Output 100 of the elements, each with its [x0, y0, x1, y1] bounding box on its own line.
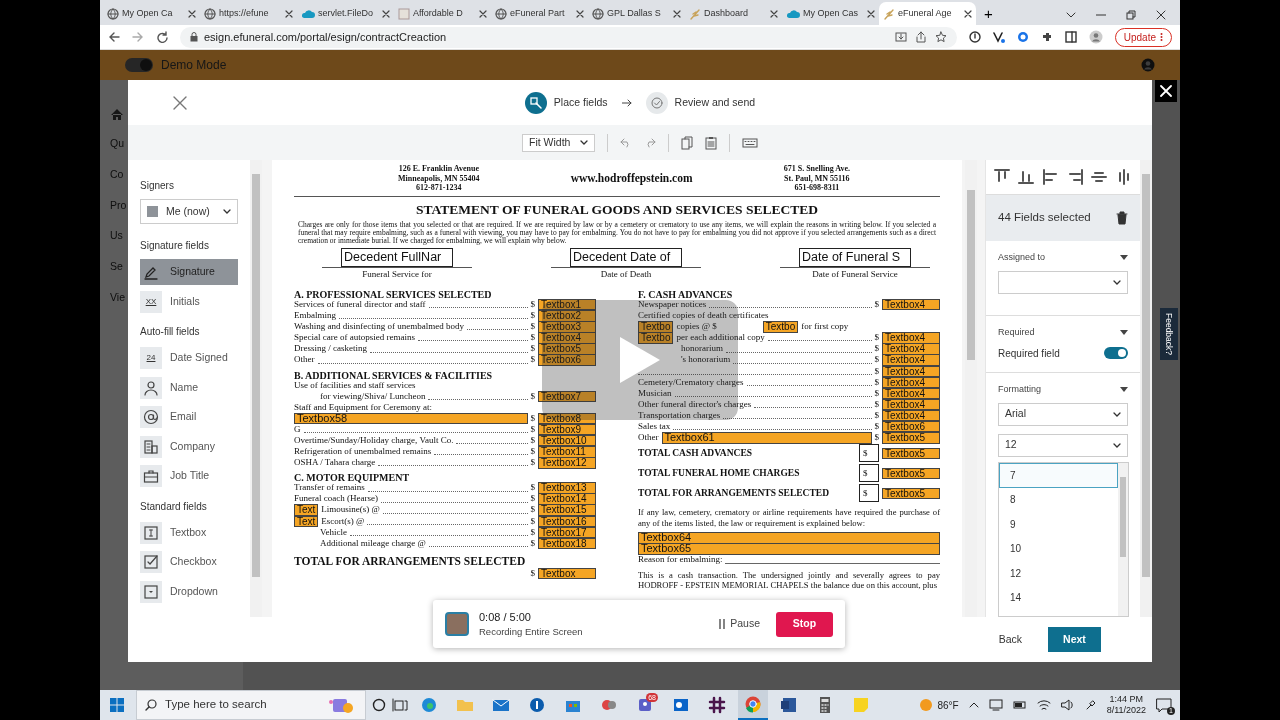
- form-field[interactable]: Text: [294, 504, 319, 516]
- trash-icon[interactable]: [1116, 211, 1128, 225]
- next-button[interactable]: Next: [1048, 627, 1101, 652]
- close-icon[interactable]: [867, 9, 875, 18]
- form-field[interactable]: Textbox4: [882, 354, 940, 366]
- close-button[interactable]: [1155, 80, 1177, 102]
- task-view-icon[interactable]: [392, 698, 408, 712]
- back-button[interactable]: Back: [992, 630, 1028, 649]
- form-field[interactable]: Textbox1: [538, 298, 596, 311]
- undo-icon[interactable]: [620, 137, 632, 148]
- search-field[interactable]: Type here to search: [136, 690, 366, 720]
- step-tab[interactable]: Review and send: [639, 90, 762, 115]
- form-field[interactable]: Textbox58: [294, 412, 528, 425]
- puzzle-icon[interactable]: [1040, 31, 1053, 43]
- avatar-icon[interactable]: [1088, 30, 1103, 44]
- field-tool[interactable]: Textbox: [140, 519, 238, 546]
- form-field[interactable]: Decedent Date of: [570, 247, 682, 267]
- form-field[interactable]: Textbox65: [638, 543, 940, 555]
- field-tool[interactable]: Dropdown: [140, 578, 238, 605]
- caret-down-icon[interactable]: [1120, 255, 1128, 261]
- close-icon[interactable]: [673, 9, 681, 18]
- browser-tab[interactable]: Affordable D: [394, 2, 491, 25]
- field-tool[interactable]: Company: [140, 433, 238, 460]
- browser-tab[interactable]: My Open Cas: [782, 2, 879, 25]
- caret-down-icon[interactable]: [1120, 330, 1128, 336]
- field-tool[interactable]: Checkbox: [140, 549, 238, 575]
- scrollbar[interactable]: [250, 160, 262, 617]
- reload-icon[interactable]: [156, 31, 168, 43]
- copy-icon[interactable]: [681, 135, 693, 150]
- pause-button[interactable]: Pause: [713, 615, 766, 633]
- form-field[interactable]: Textbo: [638, 332, 674, 344]
- step-tab[interactable]: Place fields: [518, 90, 614, 115]
- toggle-switch[interactable]: [1104, 347, 1128, 359]
- form-field[interactable]: Textbox4: [882, 298, 940, 311]
- restore-icon[interactable]: [1126, 10, 1136, 20]
- size-select[interactable]: 12: [998, 433, 1128, 457]
- form-field[interactable]: Textbox5: [882, 467, 940, 480]
- chevron-down-icon[interactable]: [1066, 12, 1076, 18]
- font-select[interactable]: Arial: [998, 402, 1128, 426]
- install-icon[interactable]: [894, 31, 907, 43]
- caret-down-icon[interactable]: [1120, 387, 1128, 393]
- signer-select[interactable]: Me (now): [140, 199, 238, 224]
- field-tool[interactable]: XX Initials: [140, 288, 238, 315]
- address-field[interactable]: esign.efuneral.com/portal/esign/contractCreaction: [180, 26, 957, 48]
- back-icon[interactable]: [108, 31, 120, 43]
- share-icon[interactable]: [914, 31, 927, 43]
- form-field[interactable]: Textbox61: [661, 432, 872, 444]
- form-field[interactable]: Textbox: [538, 567, 596, 580]
- form-field[interactable]: Textbox7: [538, 390, 596, 403]
- new-tab-button[interactable]: +: [984, 6, 993, 21]
- clipboard-icon[interactable]: [705, 135, 717, 150]
- close-icon[interactable]: [173, 95, 187, 110]
- close-icon[interactable]: [964, 9, 972, 18]
- form-field[interactable]: Textbox5: [882, 487, 940, 500]
- browser-tab[interactable]: GPL Dallas S: [588, 2, 685, 25]
- scrollbar[interactable]: [1140, 160, 1152, 617]
- dropdown-option[interactable]: 12: [999, 561, 1118, 586]
- browser-tab[interactable]: servlet.FileDo: [297, 2, 394, 25]
- form-field[interactable]: Textbox12: [538, 457, 596, 469]
- notification-icon[interactable]: [1156, 698, 1172, 712]
- close-icon[interactable]: [285, 9, 293, 18]
- chevron-up-icon[interactable]: [968, 702, 979, 708]
- stop-button[interactable]: Stop: [776, 611, 833, 637]
- close-icon[interactable]: [770, 9, 778, 18]
- browser-tab[interactable]: https://efune: [200, 2, 297, 25]
- dropdown-option[interactable]: 9: [999, 512, 1118, 537]
- align-middle-icon[interactable]: [1091, 169, 1108, 185]
- speaker-icon[interactable]: [1060, 699, 1075, 711]
- demo-mode-toggle[interactable]: [125, 58, 153, 72]
- align-right-icon[interactable]: [1067, 169, 1084, 185]
- close-icon[interactable]: [1156, 10, 1166, 20]
- close-icon[interactable]: [188, 9, 196, 18]
- form-field[interactable]: Textbox5: [882, 447, 940, 460]
- form-field[interactable]: Textbox15: [538, 504, 596, 516]
- display-icon[interactable]: [988, 699, 1003, 711]
- browser-tab[interactable]: eFuneral Age: [879, 2, 976, 25]
- form-field[interactable]: Textbo: [762, 321, 799, 333]
- browser-tab[interactable]: eFuneral Part: [491, 2, 588, 25]
- align-bottom-icon[interactable]: [1018, 169, 1035, 185]
- feedback-tab[interactable]: Feedback?: [1160, 308, 1178, 360]
- form-field[interactable]: Textbox64: [638, 532, 940, 544]
- redo-icon[interactable]: [644, 137, 656, 148]
- circle-icon[interactable]: [372, 698, 386, 712]
- zoom-select[interactable]: Fit Width: [522, 133, 595, 152]
- wifi-icon[interactable]: [1036, 699, 1051, 711]
- close-icon[interactable]: [576, 9, 584, 18]
- form-field[interactable]: Textbox5: [882, 432, 940, 444]
- home-icon[interactable]: [110, 108, 124, 121]
- extension-icon[interactable]: [992, 31, 1005, 43]
- keyboard-icon[interactable]: [742, 137, 758, 148]
- close-icon[interactable]: [382, 9, 390, 18]
- field-tool[interactable]: Signature: [140, 259, 238, 285]
- field-tool[interactable]: 24 Date Signed: [140, 345, 238, 371]
- align-left-icon[interactable]: [1042, 169, 1059, 185]
- browser-tab[interactable]: My Open Ca: [103, 2, 200, 25]
- field-tool[interactable]: Email: [140, 404, 238, 430]
- close-icon[interactable]: [479, 9, 487, 18]
- side-panel-icon[interactable]: [1064, 31, 1077, 43]
- dropdown-option[interactable]: 7: [999, 463, 1118, 488]
- dropdown-option[interactable]: 14: [999, 585, 1118, 610]
